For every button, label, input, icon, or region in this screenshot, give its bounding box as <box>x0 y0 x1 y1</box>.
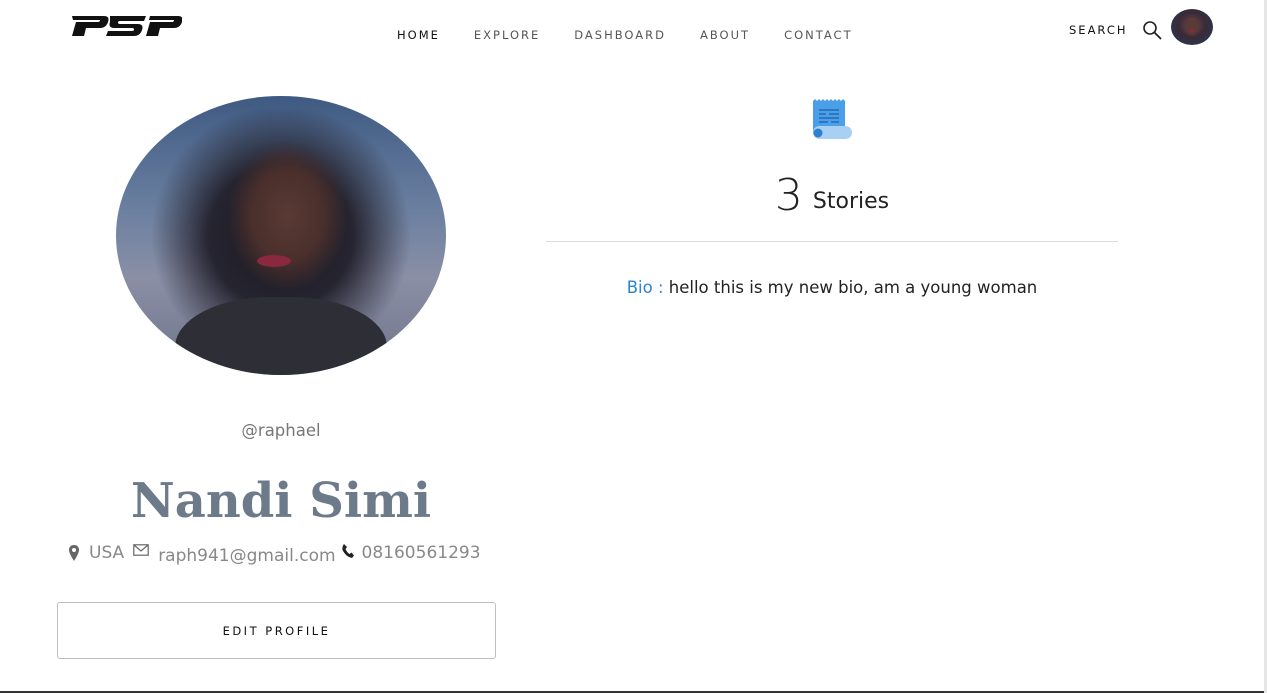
profile-username: @raphael <box>241 421 321 440</box>
stories-number: 3 <box>774 170 803 221</box>
envelope-icon <box>133 544 149 556</box>
edit-profile-button[interactable]: EDIT PROFILE <box>57 602 496 659</box>
bio-line: Bio : hello this is my new bio, am a you… <box>546 278 1118 297</box>
nav-explore[interactable]: EXPLORE <box>474 27 540 43</box>
bio-label: Bio : <box>626 278 664 297</box>
psp-logo[interactable] <box>70 12 182 42</box>
phone-icon <box>341 544 354 558</box>
photo-lips <box>257 255 292 268</box>
stories-count: 3 Stories <box>546 170 1118 221</box>
nav-contact[interactable]: CONTACT <box>784 27 853 43</box>
email-link[interactable]: raph941@gmail.com <box>158 546 335 566</box>
search-icon[interactable] <box>1142 20 1162 40</box>
phone-text: 08160561293 <box>361 543 481 563</box>
search-label[interactable]: SEARCH <box>1069 23 1128 37</box>
scroll-document-icon <box>813 99 852 139</box>
avatar-face-icon <box>1185 17 1199 35</box>
profile-full-name: Nandi Simi <box>130 473 432 529</box>
location-text: USA <box>89 543 125 563</box>
map-pin-icon <box>69 545 79 561</box>
stories-label: Stories <box>812 189 890 214</box>
photo-scarf <box>175 296 387 375</box>
user-avatar[interactable] <box>1171 9 1213 45</box>
main-nav: HOME EXPLORE DASHBOARD ABOUT CONTACT <box>397 27 887 43</box>
contact-info: USA raph941@gmail.com 08160561293 <box>68 540 481 566</box>
nav-about[interactable]: ABOUT <box>700 27 750 43</box>
search-control[interactable]: SEARCH <box>1069 20 1162 40</box>
bio-text: hello this is my new bio, am a young wom… <box>668 278 1038 297</box>
section-divider <box>546 241 1118 242</box>
nav-dashboard[interactable]: DASHBOARD <box>574 27 666 43</box>
nav-home[interactable]: HOME <box>397 27 440 43</box>
profile-photo <box>116 96 446 375</box>
